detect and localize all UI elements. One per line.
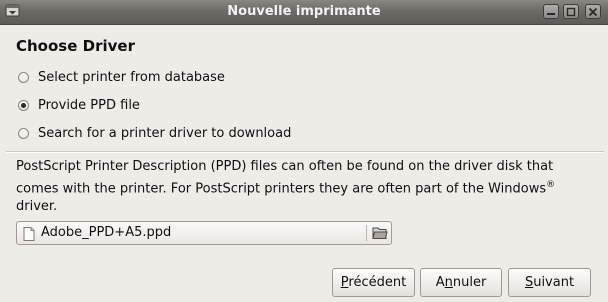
next-button[interactable]: Suivant <box>508 268 591 297</box>
title-bar: Nouvelle imprimante <box>0 0 608 25</box>
cancel-button[interactable]: Annuler <box>420 268 502 297</box>
description-line: PostScript Printer Description (PPD) fil… <box>16 159 554 174</box>
ppd-description: PostScript Printer Description (PPD) fil… <box>16 158 596 216</box>
divider <box>366 225 367 241</box>
option-label: Select printer from database <box>38 69 225 85</box>
previous-button[interactable]: Précédent <box>332 268 415 297</box>
option-provide-ppd-file[interactable]: Provide PPD file <box>18 96 140 114</box>
button-label: uivant <box>533 275 575 290</box>
description-line: comes with the printer. For PostScript p… <box>16 176 596 198</box>
folder-open-icon <box>372 227 388 239</box>
radio-button[interactable] <box>18 127 29 139</box>
mnemonic: n <box>444 275 453 290</box>
ppd-file-chooser-button[interactable]: Adobe_PPD+A5.ppd <box>16 221 392 245</box>
option-label: Search for a printer driver to download <box>38 125 292 141</box>
button-label: nuler <box>452 275 487 290</box>
close-icon <box>588 7 598 17</box>
mnemonic: S <box>524 275 534 290</box>
minimize-icon <box>547 13 555 15</box>
window-title: Nouvelle imprimante <box>227 4 381 19</box>
button-label: récédent <box>348 275 407 290</box>
file-name: Adobe_PPD+A5.ppd <box>41 225 172 240</box>
file-icon <box>23 227 35 241</box>
option-select-from-database[interactable]: Select printer from database <box>18 68 225 86</box>
dialog-window: Nouvelle imprimante Choose Driver Select… <box>0 0 608 302</box>
maximize-button[interactable] <box>563 4 579 19</box>
separator <box>6 151 604 153</box>
option-search-driver-download[interactable]: Search for a printer driver to download <box>18 124 291 142</box>
maximize-icon <box>566 7 576 17</box>
close-button[interactable] <box>585 4 601 19</box>
registered-mark: ® <box>546 180 556 190</box>
minimize-button[interactable] <box>543 4 559 19</box>
button-label: A <box>435 275 445 290</box>
radio-button[interactable] <box>18 71 29 83</box>
description-text: comes with the printer. For PostScript p… <box>16 181 547 197</box>
description-line: driver. <box>16 199 58 215</box>
page-title: Choose Driver <box>16 37 135 55</box>
option-label: Provide PPD file <box>38 97 140 113</box>
radio-button-checked[interactable] <box>18 99 29 111</box>
